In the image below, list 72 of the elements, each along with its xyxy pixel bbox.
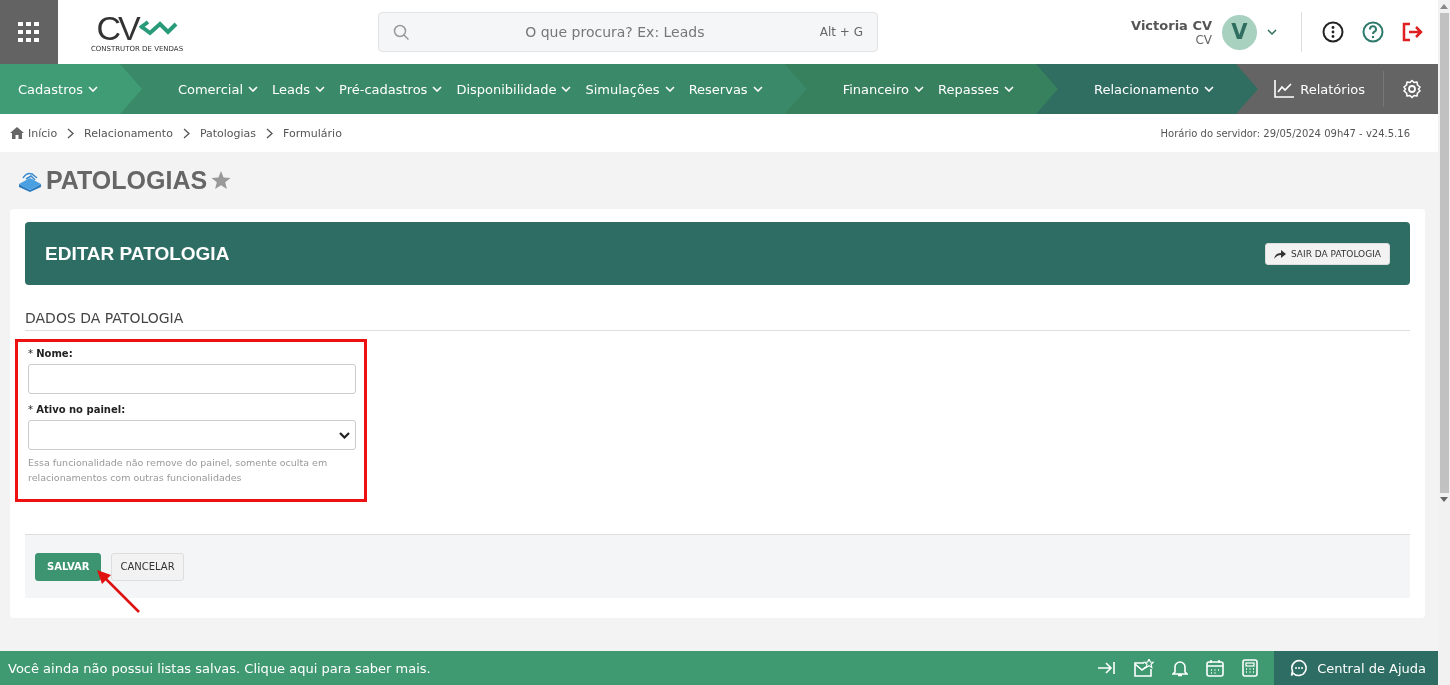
menu-item[interactable]: Disponibilidade: [456, 81, 572, 97]
scrollbar[interactable]: [1438, 0, 1450, 685]
chevron-down-icon: [914, 86, 924, 92]
menu-item[interactable]: Comercial: [177, 81, 258, 97]
chevron-down-icon: [248, 86, 258, 92]
menu-item[interactable]: Leads: [272, 81, 326, 97]
card-title: EDITAR PATOLOGIA: [45, 242, 230, 265]
breadcrumb-link[interactable]: Formulário: [283, 126, 342, 140]
name-input[interactable]: [28, 364, 356, 394]
more-options-icon[interactable]: [1322, 21, 1344, 43]
menu-item[interactable]: Cadastros: [18, 81, 98, 97]
scroll-up-icon[interactable]: [1440, 4, 1448, 9]
cancel-button[interactable]: CANCELAR: [111, 552, 184, 581]
settings-icon[interactable]: [1402, 79, 1422, 99]
field-label: * Ativo no painel:: [28, 404, 127, 415]
collapse-icon[interactable]: [1098, 661, 1117, 675]
menu-item[interactable]: Reservas: [688, 81, 763, 97]
line-chart-icon: [1274, 80, 1295, 98]
shortcut-hint: Alt + G: [819, 25, 863, 39]
chevron-right-icon: [67, 127, 75, 139]
saved-lists-message[interactable]: Você ainda não possui listas salvas. Clique aqui para saber mais.: [0, 660, 431, 676]
breadcrumb-link[interactable]: Relacionamento: [84, 126, 173, 140]
chevron-down-icon: [432, 86, 443, 92]
breadcrumb-link[interactable]: Patologias: [199, 126, 257, 140]
field-label: * Nome:: [28, 348, 74, 359]
menu-item[interactable]: Financeiro: [842, 81, 924, 97]
chevron-down-icon: [1003, 86, 1014, 92]
server-info: Horário do servidor: 29/05/2024 09h47 - v24.5.16: [1160, 127, 1410, 139]
help-icon[interactable]: [1362, 21, 1384, 43]
reports-link[interactable]: Relatórios: [1274, 80, 1383, 98]
user-avatar[interactable]: V: [1222, 14, 1257, 50]
search-icon: [393, 23, 410, 41]
help-text: Essa funcionalidade não remove do painel, somente oculta em relacionamentos com outras funcionalidades: [28, 456, 329, 485]
home-icon: [10, 127, 24, 139]
chevron-down-icon: [664, 86, 675, 92]
apps-menu-button[interactable]: [0, 0, 58, 64]
wave-icon: [137, 20, 178, 36]
share-arrow-icon: [1273, 248, 1286, 259]
star-icon[interactable]: [211, 171, 232, 190]
grid-icon: [18, 22, 40, 42]
chevron-down-icon: [1203, 86, 1214, 92]
user-name: Victoria CV: [1131, 17, 1212, 33]
logout-icon[interactable]: [1402, 22, 1424, 42]
search-bar[interactable]: O que procura? Ex: Leads Alt + G: [378, 12, 878, 52]
exit-button[interactable]: SAIR DA PATOLOGIA: [1264, 242, 1390, 265]
chevron-right-icon: [266, 127, 274, 139]
calendar-icon[interactable]: [1206, 659, 1225, 677]
scroll-down-icon[interactable]: [1440, 497, 1448, 502]
calculator-icon[interactable]: [1242, 659, 1259, 677]
mail-star-icon[interactable]: [1134, 659, 1155, 677]
search-field[interactable]: O que procura? Ex: Leads: [420, 23, 810, 41]
chevron-down-icon[interactable]: [1267, 29, 1277, 35]
save-button[interactable]: SALVAR: [35, 552, 102, 581]
user-company: CV: [1195, 32, 1212, 47]
menu-item[interactable]: Repasses: [938, 81, 1014, 97]
chevron-right-icon: [182, 127, 190, 139]
select-field[interactable]: [28, 420, 356, 450]
chevron-down-icon: [87, 86, 98, 92]
menu-item[interactable]: Pré-cadastros: [339, 81, 443, 97]
chat-bubble-icon: [1290, 659, 1309, 677]
logo-mark: CV: [96, 11, 138, 45]
breadcrumb-link[interactable]: Início: [10, 126, 58, 140]
chevron-down-icon: [752, 86, 763, 92]
section-title: DADOS DA PATOLOGIA: [25, 310, 1410, 331]
bell-icon[interactable]: [1172, 659, 1189, 677]
menu-item[interactable]: Simulações: [585, 81, 675, 97]
chevron-down-icon: [561, 86, 572, 92]
menu-item[interactable]: Relacionamento: [1093, 81, 1214, 97]
chevron-down-icon: [315, 86, 326, 92]
chevron-down-icon: [339, 431, 350, 439]
page-title: PATOLOGIAS: [46, 166, 208, 195]
help-center-button[interactable]: Central de Ajuda: [1274, 651, 1438, 685]
